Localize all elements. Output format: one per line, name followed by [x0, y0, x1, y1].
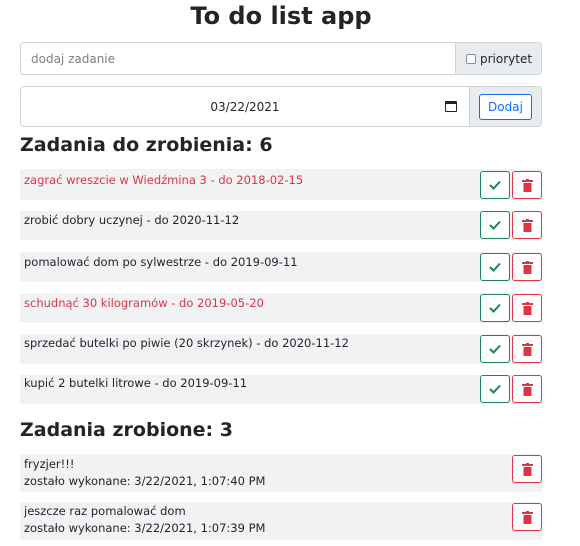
check-icon: [489, 220, 501, 230]
complete-button[interactable]: [480, 375, 510, 403]
todo-item-text: pomalować dom po sylwestrze - do 2019-09…: [24, 255, 298, 269]
trash-icon: [521, 382, 533, 396]
trash-icon: [521, 260, 533, 274]
add-task-row: priorytet: [20, 42, 542, 75]
complete-button[interactable]: [480, 253, 510, 281]
check-icon: [489, 180, 501, 190]
date-row: 03/22/2021 Dodaj: [20, 86, 542, 127]
done-item-completed: zostało wykonane: 3/22/2021, 1:07:40 PM: [24, 474, 266, 488]
todo-item-text: schudnąć 30 kilogramów - do 2019-05-20: [24, 296, 264, 310]
todo-item: kupić 2 butelki litrowe - do 2019-09-11: [20, 375, 542, 404]
todo-item: zagrać wreszcie w Wiedźmina 3 - do 2018-…: [20, 169, 542, 200]
trash-icon: [521, 301, 533, 315]
complete-button[interactable]: [480, 294, 510, 322]
todo-item: pomalować dom po sylwestrze - do 2019-09…: [20, 252, 542, 282]
add-task-button[interactable]: Dodaj: [479, 93, 532, 120]
due-date-input[interactable]: 03/22/2021: [21, 87, 469, 126]
check-icon: [489, 303, 501, 313]
task-name-input[interactable]: [21, 43, 455, 74]
done-item: fryzjer!!! zostało wykonane: 3/22/2021, …: [20, 454, 542, 492]
check-icon: [489, 384, 501, 394]
complete-button[interactable]: [480, 211, 510, 239]
delete-button[interactable]: [512, 171, 542, 199]
check-icon: [489, 344, 501, 354]
todo-item: schudnąć 30 kilogramów - do 2019-05-20: [20, 293, 542, 323]
app-title: To do list app: [190, 2, 372, 30]
priority-toggle[interactable]: priorytet: [455, 43, 541, 74]
delete-button[interactable]: [512, 253, 542, 281]
done-item: jeszcze raz pomalować dom zostało wykona…: [20, 502, 542, 540]
complete-button[interactable]: [480, 171, 510, 199]
delete-button[interactable]: [512, 335, 542, 363]
done-heading: Zadania zrobione: 3: [20, 419, 233, 441]
done-item-text: fryzjer!!!: [24, 457, 75, 471]
trash-icon: [521, 510, 533, 524]
todo-item-text: kupić 2 butelki litrowe - do 2019-09-11: [24, 376, 248, 390]
priority-checkbox[interactable]: [466, 53, 476, 64]
calendar-icon[interactable]: [445, 101, 457, 112]
add-button-group: Dodaj: [469, 87, 541, 126]
delete-button[interactable]: [512, 455, 542, 483]
delete-button[interactable]: [512, 294, 542, 322]
todo-item-text: zagrać wreszcie w Wiedźmina 3 - do 2018-…: [24, 173, 304, 187]
trash-icon: [521, 218, 533, 232]
done-item-completed: zostało wykonane: 3/22/2021, 1:07:39 PM: [24, 521, 266, 535]
trash-icon: [521, 342, 533, 356]
check-icon: [489, 262, 501, 272]
due-date-value: 03/22/2021: [210, 100, 280, 114]
todo-item: sprzedać butelki po piwie (20 skrzynek) …: [20, 334, 542, 364]
trash-icon: [521, 178, 533, 192]
todo-item: zrobić dobry uczynej - do 2020-11-12: [20, 211, 542, 240]
todo-heading: Zadania do zrobienia: 6: [20, 134, 273, 156]
delete-button[interactable]: [512, 375, 542, 403]
complete-button[interactable]: [480, 335, 510, 363]
delete-button[interactable]: [512, 211, 542, 239]
todo-item-text: zrobić dobry uczynej - do 2020-11-12: [24, 213, 240, 227]
trash-icon: [521, 462, 533, 476]
todo-item-text: sprzedać butelki po piwie (20 skrzynek) …: [24, 336, 349, 350]
done-item-text: jeszcze raz pomalować dom: [24, 504, 186, 518]
priority-label: priorytet: [480, 51, 533, 66]
delete-button[interactable]: [512, 503, 542, 531]
